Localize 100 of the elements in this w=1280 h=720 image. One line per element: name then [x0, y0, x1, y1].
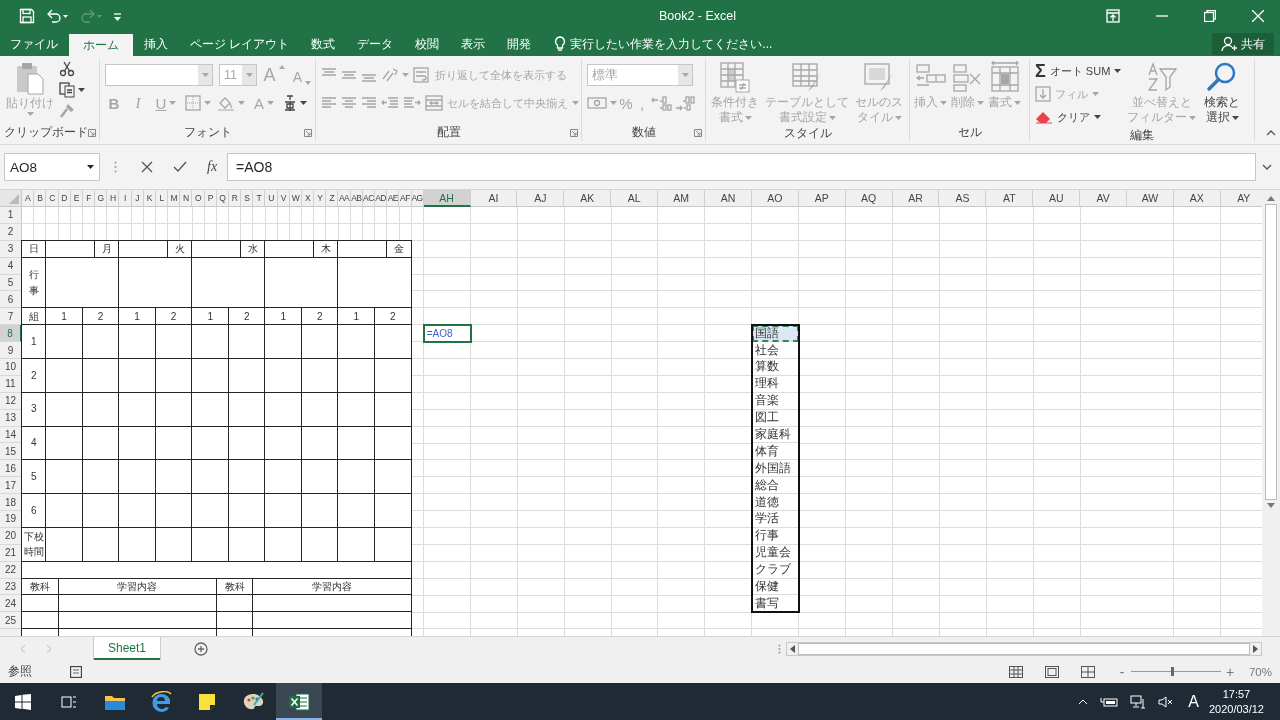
battery-icon[interactable]: [1100, 695, 1119, 708]
launcher-icon[interactable]: [88, 129, 96, 137]
enter-icon[interactable]: [173, 161, 187, 173]
column-header[interactable]: B: [34, 190, 47, 207]
tell-me-field[interactable]: 実行したい作業を入力してください...: [566, 32, 780, 56]
launcher-icon[interactable]: [304, 129, 312, 137]
expand-icon[interactable]: [1262, 164, 1272, 170]
row-header[interactable]: 6: [0, 291, 22, 309]
row-header[interactable]: 16: [0, 460, 22, 478]
column-header[interactable]: AY: [1220, 190, 1262, 207]
ribbon-tab[interactable]: 表示: [450, 32, 497, 56]
collapse-ribbon-icon[interactable]: [1266, 130, 1276, 136]
column-header[interactable]: Z: [326, 190, 339, 207]
column-header[interactable]: AV: [1080, 190, 1128, 207]
column-header[interactable]: AQ: [845, 190, 893, 207]
row-header[interactable]: 15: [0, 443, 22, 461]
zoom-in-button[interactable]: +: [1224, 663, 1235, 680]
column-header[interactable]: AL: [611, 190, 659, 207]
close-icon[interactable]: [1252, 10, 1264, 22]
scroll-thumb[interactable]: [1265, 204, 1277, 500]
chevron-up-icon[interactable]: [1078, 698, 1089, 705]
column-header[interactable]: C: [46, 190, 59, 207]
slider-thumb[interactable]: [1171, 667, 1175, 676]
column-header[interactable]: N: [180, 190, 193, 207]
column-header[interactable]: AK: [564, 190, 612, 207]
column-header[interactable]: AM: [658, 190, 705, 207]
restore-icon[interactable]: [1204, 10, 1216, 22]
column-header[interactable]: AF: [399, 190, 412, 207]
launcher-icon[interactable]: [570, 129, 578, 137]
share-button[interactable]: 共有: [1212, 33, 1274, 55]
column-header[interactable]: T: [253, 190, 266, 207]
page-break-icon[interactable]: [1080, 665, 1095, 678]
ribbon-tab[interactable]: 校閲: [404, 32, 451, 56]
row-header[interactable]: 24: [0, 595, 22, 613]
column-header[interactable]: AA: [338, 190, 351, 207]
clock-date[interactable]: 2020/03/12: [1208, 701, 1264, 717]
column-header[interactable]: H: [107, 190, 120, 207]
zoom-out-button[interactable]: -: [1116, 663, 1127, 680]
row-header[interactable]: 7: [0, 308, 22, 326]
row-header[interactable]: 25: [0, 612, 22, 630]
column-header[interactable]: M: [168, 190, 181, 207]
clear-button[interactable]: クリア: [1035, 107, 1122, 127]
cancel-icon[interactable]: [141, 161, 153, 173]
normal-view-icon[interactable]: [1008, 665, 1023, 678]
zoom-level[interactable]: 70%: [1248, 665, 1272, 678]
clock-time[interactable]: 17:57: [1222, 686, 1251, 702]
column-header[interactable]: AJ: [517, 190, 565, 207]
scissors-icon[interactable]: [59, 61, 75, 77]
ime-indicator[interactable]: A: [1188, 692, 1199, 711]
ribbon-tab[interactable]: 開発: [496, 32, 543, 56]
launcher-icon[interactable]: [694, 129, 702, 137]
page-layout-icon[interactable]: [1044, 665, 1059, 678]
save-icon[interactable]: [19, 8, 35, 24]
column-header[interactable]: AP: [798, 190, 846, 207]
ribbon-tab[interactable]: ホーム: [69, 34, 133, 56]
row-header[interactable]: 1: [0, 207, 22, 224]
network-icon[interactable]: [1130, 694, 1147, 709]
column-header[interactable]: AU: [1033, 190, 1081, 207]
formula-field[interactable]: =AO8: [227, 153, 1256, 181]
column-header[interactable]: AR: [892, 190, 940, 207]
find-select-button[interactable]: 検索と選択: [1202, 61, 1243, 125]
volume-muted-icon[interactable]: [1158, 694, 1175, 709]
ribbon-tab[interactable]: ページ レイアウト: [179, 32, 301, 56]
column-header[interactable]: AN: [705, 190, 752, 207]
column-header[interactable]: U: [265, 190, 278, 207]
undo-icon[interactable]: [45, 8, 69, 24]
taskbar-button[interactable]: [276, 683, 322, 720]
ribbon-tab[interactable]: 数式: [300, 32, 347, 56]
vertical-scrollbar[interactable]: [1262, 190, 1280, 636]
row-header[interactable]: 10: [0, 359, 22, 376]
autosum-button[interactable]: Σ オート SUM: [1035, 61, 1122, 81]
ribbon-tab[interactable]: ファイル: [0, 32, 69, 56]
phonetic-button[interactable]: [283, 93, 307, 113]
column-header[interactable]: AX: [1173, 190, 1221, 207]
row-header[interactable]: 18: [0, 494, 22, 512]
ribbon-tab[interactable]: 挿入: [133, 32, 179, 56]
column-header[interactable]: AH: [423, 190, 471, 207]
column-header[interactable]: S: [241, 190, 254, 207]
column-header[interactable]: O: [192, 190, 205, 207]
column-header[interactable]: AE: [387, 190, 400, 207]
sheet-tab[interactable]: Sheet1: [94, 637, 160, 660]
column-header[interactable]: AW: [1127, 190, 1174, 207]
ribbon-options-icon[interactable]: [1106, 9, 1120, 23]
row-header[interactable]: 8: [0, 325, 22, 343]
column-header[interactable]: AS: [939, 190, 987, 207]
active-cell[interactable]: =AO8: [422, 324, 472, 344]
column-header[interactable]: AT: [986, 190, 1034, 207]
row-header[interactable]: 9: [0, 342, 22, 359]
add-sheet-icon[interactable]: [194, 641, 208, 656]
row-header[interactable]: 17: [0, 477, 22, 495]
name-box[interactable]: AO8: [4, 153, 100, 181]
column-header[interactable]: AI: [470, 190, 518, 207]
horizontal-scrollbar[interactable]: [786, 641, 1262, 656]
ribbon-tab[interactable]: データ: [346, 32, 405, 56]
scroll-thumb[interactable]: [798, 642, 1250, 655]
row-header[interactable]: 19: [0, 511, 22, 528]
macro-record-icon[interactable]: [70, 665, 82, 678]
column-header[interactable]: G: [95, 190, 108, 207]
column-header[interactable]: I: [119, 190, 132, 207]
column-header[interactable]: AO: [751, 190, 799, 207]
